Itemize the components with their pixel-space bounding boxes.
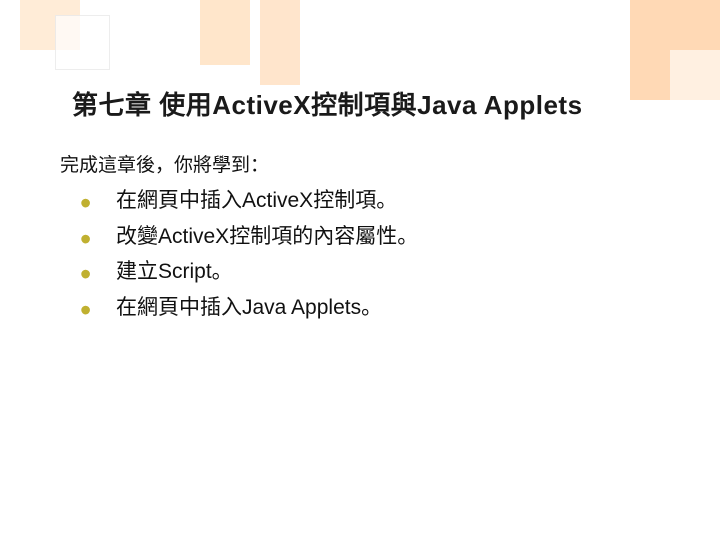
bullet-list: 在網頁中插入ActiveX控制項。 改變ActiveX控制項的內容屬性。 建立S… bbox=[72, 185, 660, 324]
list-item: 在網頁中插入Java Applets。 bbox=[72, 292, 660, 325]
intro-text: 完成這章後，你將學到： bbox=[60, 150, 660, 177]
list-item: 在網頁中插入ActiveX控制項。 bbox=[72, 185, 660, 218]
slide-content: 第七章 使用ActiveX控制項與Java Applets 完成這章後，你將學到… bbox=[0, 0, 720, 324]
list-item: 改變ActiveX控制項的內容屬性。 bbox=[72, 221, 660, 254]
slide-title: 第七章 使用ActiveX控制項與Java Applets bbox=[72, 85, 660, 122]
list-item: 建立Script。 bbox=[72, 256, 660, 289]
